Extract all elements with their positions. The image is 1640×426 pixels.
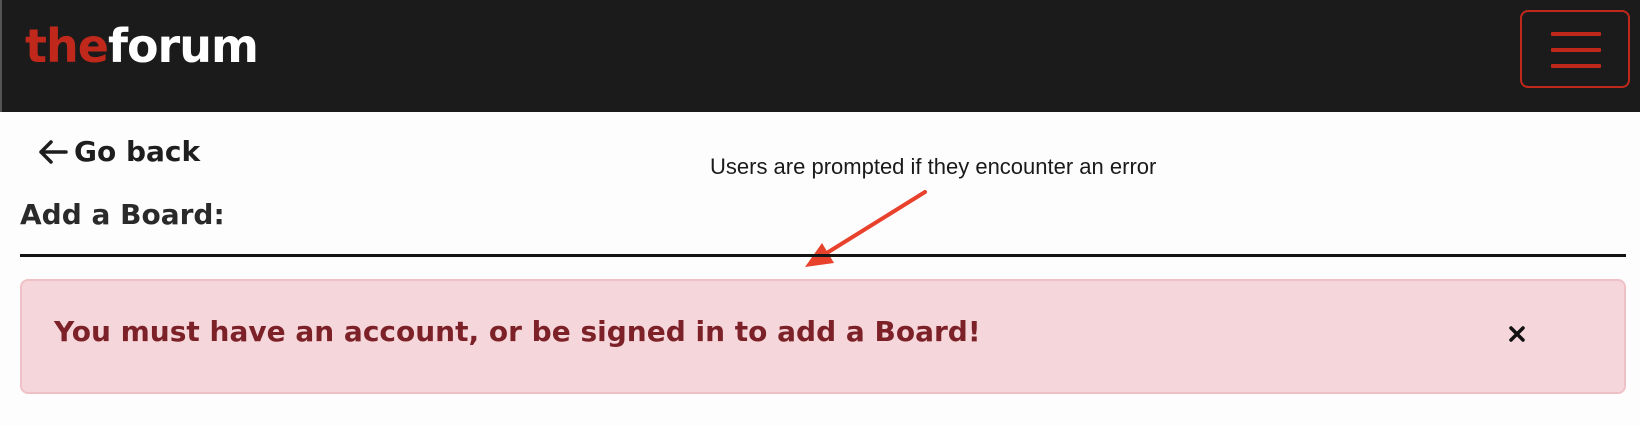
go-back-label: Go back — [74, 135, 201, 168]
annotation-caption: Users are prompted if they encounter an … — [710, 154, 1157, 179]
alert-message: You must have an account, or be signed i… — [54, 315, 981, 348]
logo-text-forum: forum — [107, 19, 259, 73]
logo-text-the: the — [25, 19, 109, 73]
hamburger-menu-icon — [1551, 32, 1601, 36]
site-logo[interactable]: theforum — [25, 16, 259, 76]
hamburger-menu-icon-bar — [1551, 64, 1601, 68]
title-divider — [20, 254, 1626, 257]
close-icon — [1509, 326, 1525, 342]
error-alert: You must have an account, or be signed i… — [20, 279, 1626, 394]
page-title: Add a Board: — [20, 198, 225, 231]
go-back-link[interactable]: Go back — [38, 135, 200, 168]
arrow-left-icon — [38, 139, 68, 165]
top-navbar: theforum — [0, 0, 1640, 112]
hamburger-menu-icon-bar — [1551, 48, 1601, 52]
hamburger-menu-button[interactable] — [1520, 10, 1630, 88]
alert-close-button[interactable] — [1500, 317, 1534, 351]
